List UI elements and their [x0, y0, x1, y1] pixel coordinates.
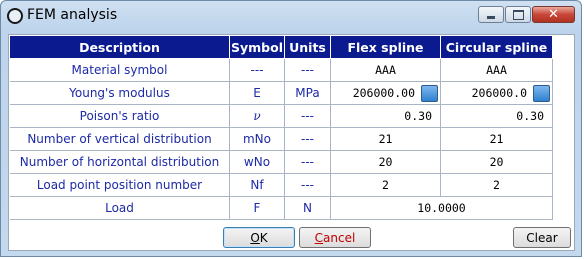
window-controls: ✕: [477, 6, 575, 25]
ok-accelerator: O: [250, 230, 260, 245]
row-symbol: wNo: [230, 151, 285, 174]
table-row: Number of vertical distribution mNo --- …: [10, 128, 553, 151]
row-units: ---: [285, 174, 331, 197]
flex-poisson-ratio-field[interactable]: 0.30: [331, 105, 441, 128]
ok-label-rest: K: [259, 230, 268, 245]
cancel-accelerator: C: [314, 230, 324, 245]
load-value-field[interactable]: 10.0000: [331, 197, 553, 220]
row-units: ---: [285, 128, 331, 151]
row-label: Number of horizontal distribution: [10, 151, 230, 174]
app-icon: [7, 8, 23, 24]
flex-load-point-field[interactable]: 2: [331, 174, 441, 197]
row-symbol: ---: [230, 59, 285, 82]
maximize-button[interactable]: [505, 6, 531, 23]
row-symbol: mNo: [230, 128, 285, 151]
row-units: N: [285, 197, 331, 220]
header-symbol: Symbol: [230, 36, 285, 59]
circular-vertical-distribution-field[interactable]: 21: [441, 128, 553, 151]
flex-material-field[interactable]: AAA: [331, 59, 441, 82]
table-row: Load point position number Nf --- 2 2: [10, 174, 553, 197]
row-label: Number of vertical distribution: [10, 128, 230, 151]
row-symbol: F: [230, 197, 285, 220]
clear-button[interactable]: Clear: [513, 227, 571, 248]
row-symbol: ν: [230, 105, 285, 128]
circular-load-point-field[interactable]: 2: [441, 174, 553, 197]
table-row: Poison's ratio ν --- 0.30 0.30: [10, 105, 553, 128]
close-button[interactable]: ✕: [532, 6, 575, 23]
flex-vertical-distribution-field[interactable]: 21: [331, 128, 441, 151]
row-units: ---: [285, 151, 331, 174]
row-label: Material symbol: [10, 59, 230, 82]
row-units: MPa: [285, 82, 331, 105]
ok-button[interactable]: OK: [223, 227, 295, 248]
row-label: Load: [10, 197, 230, 220]
minimize-button[interactable]: [478, 6, 504, 23]
cancel-label-rest: ancel: [323, 230, 356, 245]
row-symbol: Nf: [230, 174, 285, 197]
parameter-table: Description Symbol Units Flex spline Cir…: [10, 36, 553, 220]
circular-youngs-modulus-select-button[interactable]: [533, 84, 550, 102]
flex-youngs-modulus-field[interactable]: 206000.00: [331, 82, 441, 105]
cancel-button[interactable]: Cancel: [299, 227, 371, 248]
header-description: Description: [10, 36, 230, 59]
circular-youngs-modulus-value: 206000.0: [471, 86, 527, 100]
row-units: ---: [285, 59, 331, 82]
flex-youngs-modulus-select-button[interactable]: [421, 84, 438, 102]
dialog-client-area: Description Symbol Units Flex spline Cir…: [8, 34, 575, 251]
circular-material-field[interactable]: AAA: [441, 59, 553, 82]
table-row: Young's modulus E MPa 206000.00 206000.0: [10, 82, 553, 105]
fem-analysis-window: FEM analysis ✕ Description Symbol Units …: [0, 0, 582, 257]
circular-poisson-ratio-field[interactable]: 0.30: [441, 105, 553, 128]
row-units: ---: [285, 105, 331, 128]
table-row: Number of horizontal distribution wNo --…: [10, 151, 553, 174]
header-circular-spline: Circular spline: [441, 36, 553, 59]
row-label: Young's modulus: [10, 82, 230, 105]
row-label: Load point position number: [10, 174, 230, 197]
flex-horizontal-distribution-field[interactable]: 20: [331, 151, 441, 174]
row-label: Poison's ratio: [10, 105, 230, 128]
window-title: FEM analysis: [27, 7, 118, 23]
header-flex-spline: Flex spline: [331, 36, 441, 59]
row-symbol: E: [230, 82, 285, 105]
table-row: Material symbol --- --- AAA AAA: [10, 59, 553, 82]
flex-youngs-modulus-value: 206000.00: [352, 86, 415, 100]
minimize-icon: [487, 16, 495, 19]
table-header-row: Description Symbol Units Flex spline Cir…: [10, 36, 553, 59]
circular-youngs-modulus-field[interactable]: 206000.0: [441, 82, 553, 105]
title-bar[interactable]: FEM analysis ✕: [1, 1, 581, 31]
close-icon: ✕: [548, 7, 559, 22]
maximize-icon: [512, 9, 524, 20]
header-units: Units: [285, 36, 331, 59]
table-row: Load F N 10.0000: [10, 197, 553, 220]
circular-horizontal-distribution-field[interactable]: 20: [441, 151, 553, 174]
